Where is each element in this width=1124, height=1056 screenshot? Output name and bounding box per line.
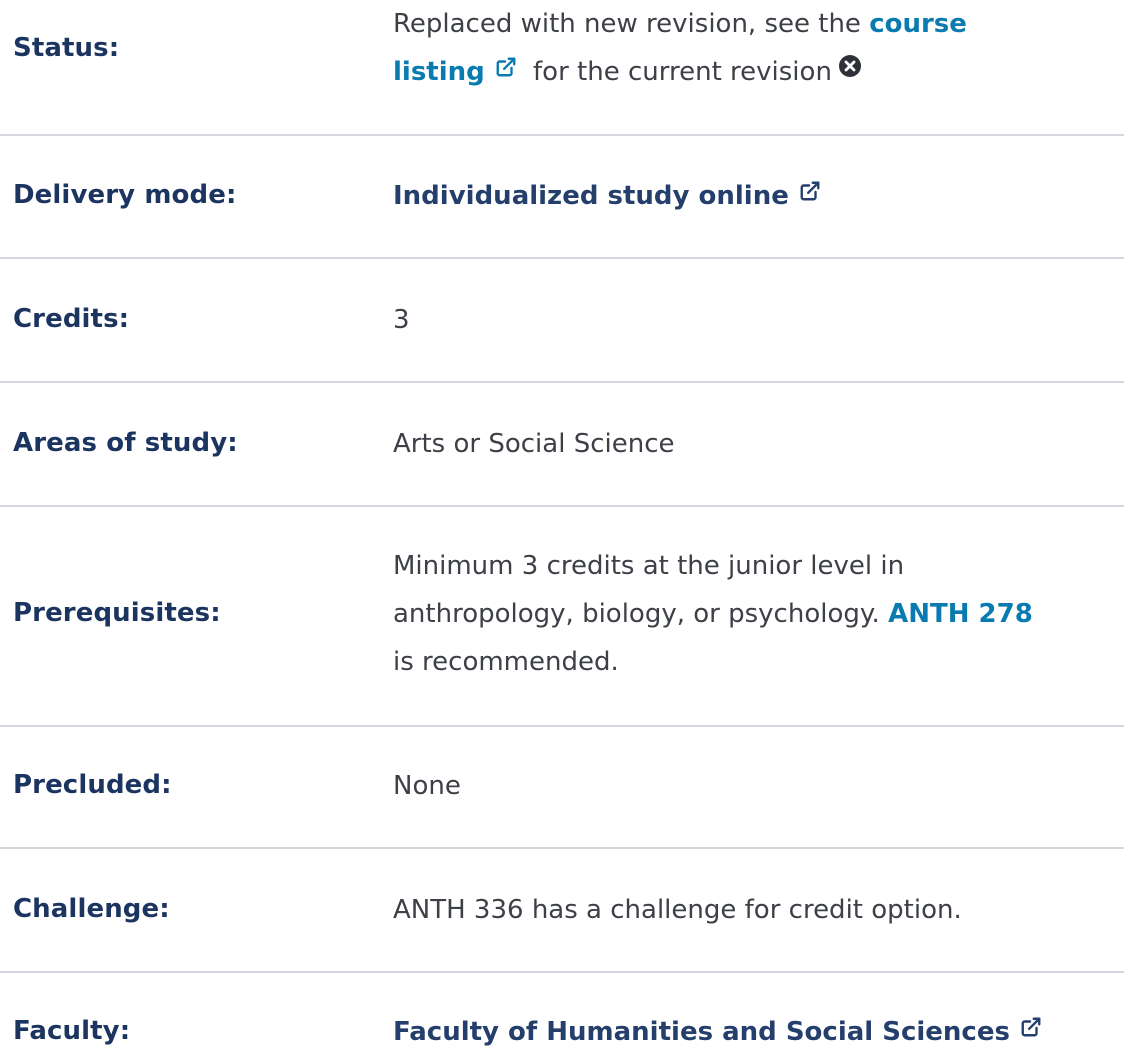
credits-value: 3 (393, 305, 410, 335)
status-suffix: for the current revision (524, 57, 832, 87)
prerequisites-line-2: anthropology, biology, or psychology. AN… (393, 590, 1124, 638)
divider (0, 134, 1124, 136)
challenge-value: ANTH 336 has a challenge for credit opti… (393, 895, 962, 925)
divider (0, 725, 1124, 727)
prerequisites-line-2-text: anthropology, biology, or psychology. (393, 599, 889, 629)
prerequisites-value: Minimum 3 credits at the junior level in… (393, 542, 1124, 686)
areas-of-study-label: Areas of study: (13, 428, 238, 458)
status-line-1: Replaced with new revision, see the cour… (393, 0, 1124, 48)
challenge-label: Challenge: (13, 894, 170, 924)
faculty-link[interactable]: Faculty of Humanities and Social Science… (393, 1017, 1010, 1047)
divider (0, 257, 1124, 259)
precluded-value: None (393, 771, 461, 801)
precluded-label: Precluded: (13, 770, 172, 800)
credits-label: Credits: (13, 304, 130, 334)
prerequisites-line-3: is recommended. (393, 647, 619, 677)
delivery-mode-value: Individualized study online (393, 172, 1124, 220)
external-link-icon[interactable] (1020, 1006, 1042, 1054)
divider (0, 381, 1124, 383)
course-listing-link-part2[interactable]: listing (393, 57, 485, 87)
divider (0, 971, 1124, 973)
prerequisites-line-1: Minimum 3 credits at the junior level in (393, 551, 905, 581)
course-listing-link-part1[interactable]: course (869, 9, 967, 39)
status-value: Replaced with new revision, see the cour… (393, 0, 1124, 96)
delivery-mode-link[interactable]: Individualized study online (393, 181, 789, 211)
divider (0, 847, 1124, 849)
divider (0, 505, 1124, 507)
external-link-icon[interactable] (495, 46, 517, 94)
status-label: Status: (13, 33, 120, 63)
status-line-2: listing for the current revision (393, 48, 1124, 96)
prerequisites-label: Prerequisites: (13, 598, 221, 628)
anth-278-link[interactable]: ANTH 278 (888, 599, 1033, 629)
areas-of-study-value: Arts or Social Science (393, 429, 675, 459)
status-prefix: Replaced with new revision, see the (393, 9, 870, 39)
external-link-icon[interactable] (799, 170, 821, 218)
close-circle-icon (838, 46, 862, 94)
faculty-label: Faculty: (13, 1016, 131, 1046)
delivery-mode-label: Delivery mode: (13, 180, 237, 210)
